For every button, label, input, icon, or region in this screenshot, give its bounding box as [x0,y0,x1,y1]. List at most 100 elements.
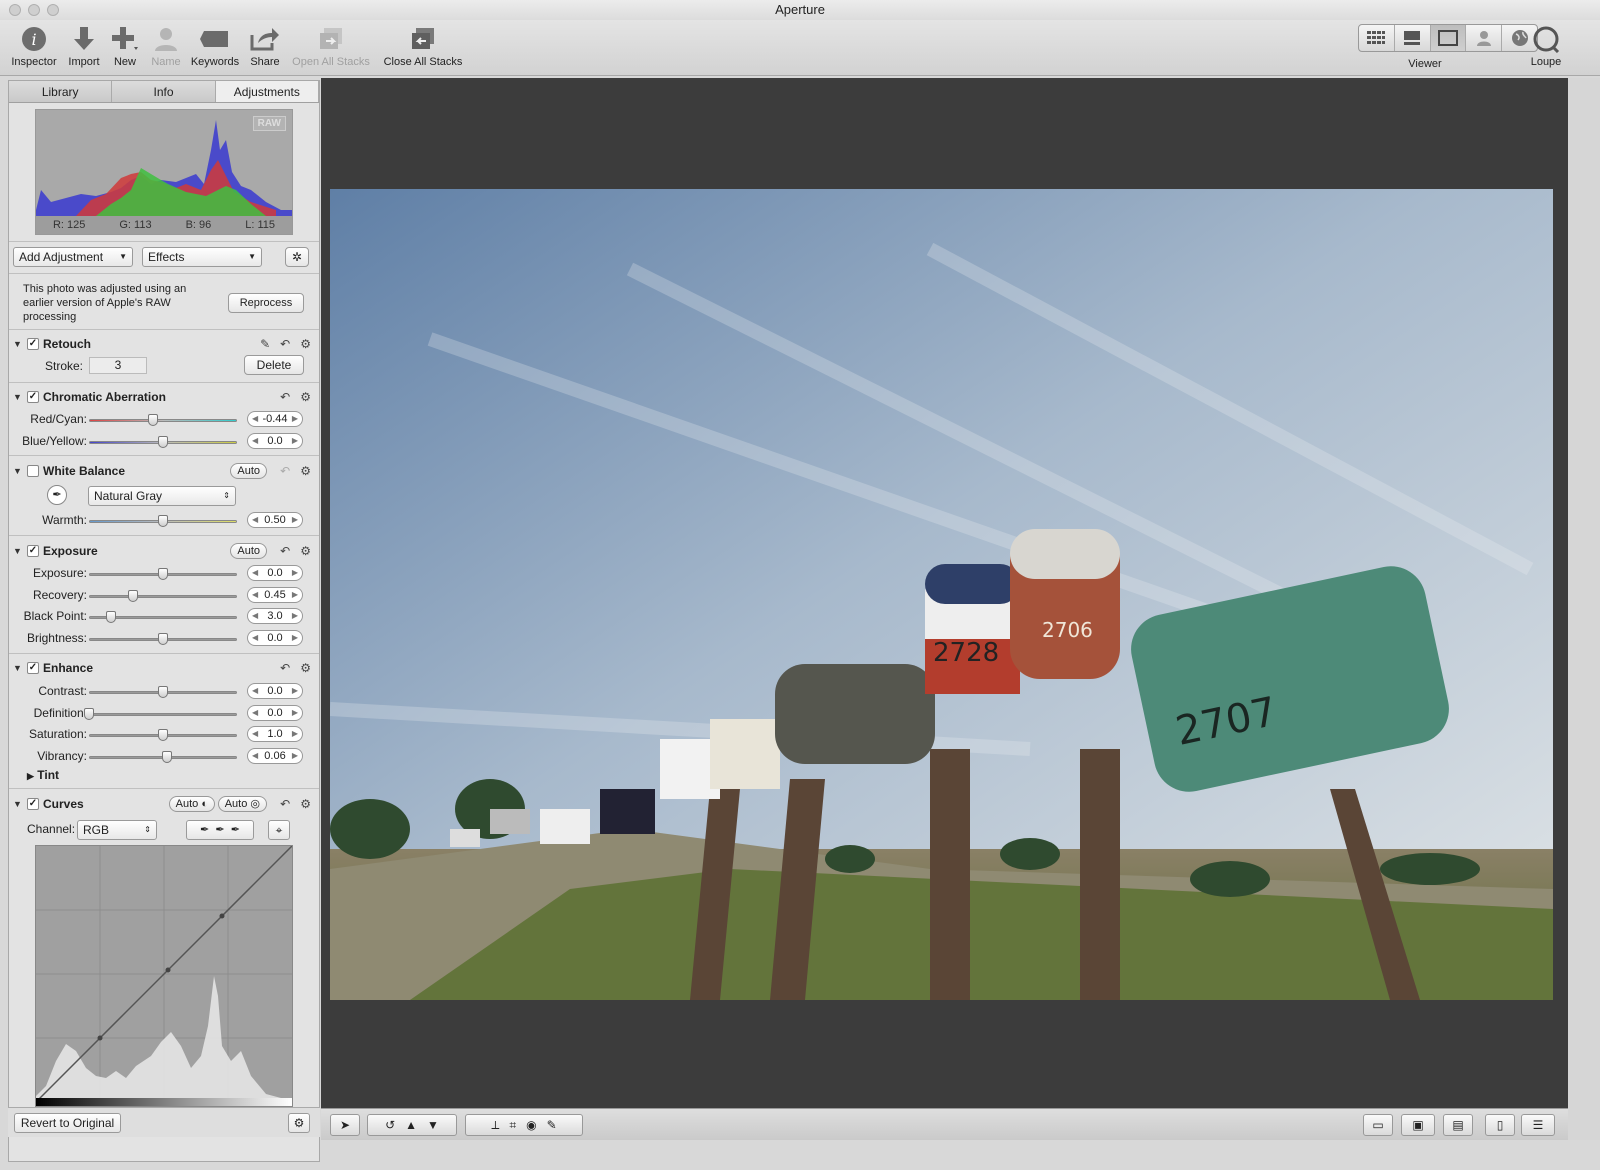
viewer-only-button[interactable] [1430,25,1467,51]
decrement-arrow-icon[interactable]: ◀ [252,727,258,741]
decrement-arrow-icon[interactable]: ◀ [252,412,258,426]
close-window-button[interactable] [9,4,21,16]
tint-disclosure[interactable]: ▶ Tint [27,768,59,782]
reset-icon[interactable]: ↶ [280,337,290,351]
exposure-slider-knob[interactable] [158,633,168,646]
straighten-icon[interactable]: ⟂ [491,1118,499,1133]
disclosure-triangle-icon[interactable]: ▼ [13,387,22,407]
decrement-arrow-icon[interactable]: ◀ [252,588,258,602]
delete-button[interactable]: Delete [244,355,304,375]
enhance-slider-knob[interactable] [162,751,173,764]
keywords-button[interactable]: Keywords [188,22,242,68]
list-view-button[interactable]: ☰ [1521,1114,1555,1136]
channel-popup[interactable]: RGB ⇕ [77,820,157,840]
close-all-stacks-button[interactable]: Close All Stacks [378,22,468,68]
reset-icon[interactable]: ↶ [280,464,290,478]
reset-icon[interactable]: ↶ [280,797,290,811]
decrement-arrow-icon[interactable]: ◀ [252,684,258,698]
quick-fix-button[interactable]: ✲ [285,247,309,267]
curves-graph[interactable] [35,845,293,1107]
gear-icon[interactable]: ⚙ [300,337,311,351]
add-point-crosshair-icon[interactable]: ⌖ [268,820,290,840]
decrement-arrow-icon[interactable]: ◀ [252,706,258,720]
disclosure-triangle-icon[interactable]: ▼ [13,461,22,481]
enhance-checkbox[interactable]: ✓ [27,662,39,674]
tab-library[interactable]: Library [9,81,113,102]
white-balance-auto-button[interactable]: Auto [230,463,267,479]
increment-arrow-icon[interactable]: ▶ [292,749,298,763]
increment-arrow-icon[interactable]: ▶ [292,513,298,527]
increment-arrow-icon[interactable]: ▶ [292,588,298,602]
rotate-icon[interactable]: ↺ [385,1118,395,1132]
add-adjustment-popup[interactable]: Add Adjustment ▼ [13,247,133,267]
enhance-slider-knob[interactable] [158,686,168,698]
enhance-value-field[interactable]: ◀ 0.0 ▶ [247,704,303,721]
enhance-value-field[interactable]: ◀ 0.0 ▶ [247,683,303,699]
eyedropper-icon[interactable]: ✒ [47,485,67,505]
increment-arrow-icon[interactable]: ▶ [292,684,298,698]
enhance-slider-knob[interactable] [84,707,94,720]
increment-arrow-icon[interactable]: ▶ [292,727,298,741]
name-button[interactable]: Name [148,22,184,68]
stamp-icon[interactable]: ▲ [405,1118,417,1132]
exposure-value-field[interactable]: ◀ 0.0 ▶ [247,630,303,647]
white-balance-checkbox[interactable] [27,465,39,477]
gear-icon[interactable]: ⚙ [300,464,311,478]
retouch-checkbox[interactable]: ✓ [27,338,39,350]
grid-view-button[interactable] [1359,25,1395,51]
increment-arrow-icon[interactable]: ▶ [292,434,298,448]
chromatic-value-field[interactable]: ◀ 0.0 ▶ [247,432,303,449]
chromatic-value-field[interactable]: ◀ -0.44 ▶ [247,411,303,427]
redeye-icon[interactable]: ◉ [526,1118,536,1132]
enhance-value-field[interactable]: ◀ 0.06 ▶ [247,748,303,765]
curves-auto-luminance-button[interactable]: Auto ◐ [168,796,215,812]
exposure-slider-knob[interactable] [158,568,168,580]
loupe-button[interactable]: Loupe [1524,22,1568,68]
crop-icon[interactable]: ⌗ [509,1118,516,1133]
effects-popup[interactable]: Effects ▼ [142,247,262,267]
decrement-arrow-icon[interactable]: ◀ [252,513,258,527]
zoom-window-button[interactable] [47,4,59,16]
minimize-window-button[interactable] [28,4,40,16]
increment-arrow-icon[interactable]: ▶ [292,566,298,580]
brush-icon[interactable]: ✎ [547,1118,557,1132]
reset-icon[interactable]: ↶ [280,390,290,404]
exposure-checkbox[interactable]: ✓ [27,545,39,557]
gear-icon[interactable]: ⚙ [300,797,311,811]
warmth-slider-knob[interactable] [158,515,168,527]
lift-icon[interactable]: ▼ [427,1118,439,1132]
enhance-value-field[interactable]: ◀ 1.0 ▶ [247,726,303,743]
metadata-overlay-button[interactable]: ▤ [1443,1114,1473,1136]
revert-to-original-button[interactable]: Revert to Original [14,1113,121,1133]
exposure-slider-knob[interactable] [128,589,139,602]
main-photo[interactable]: 2728 2706 2707 [330,189,1553,1000]
increment-arrow-icon[interactable]: ▶ [292,631,298,645]
enhance-slider[interactable] [89,712,237,716]
stroke-field[interactable]: 3 [89,357,147,374]
faces-view-button[interactable] [1466,25,1503,51]
brush-icon[interactable]: ✎ [260,337,270,351]
enhance-slider-knob[interactable] [158,729,168,742]
exposure-slider-knob[interactable] [106,611,117,624]
chromatic-slider-knob[interactable] [147,414,158,426]
gear-icon[interactable]: ⚙ [300,390,311,404]
black-point-eyedropper-icon[interactable]: ✒ [200,824,209,836]
increment-arrow-icon[interactable]: ▶ [292,412,298,426]
new-button[interactable]: New [108,22,142,68]
split-view-button[interactable] [1395,25,1431,51]
single-view-button[interactable]: ▯ [1485,1114,1515,1136]
white-balance-mode-popup[interactable]: Natural Gray ⇕ [88,486,236,506]
tab-info[interactable]: Info [112,81,216,102]
chromatic-slider-knob[interactable] [158,435,168,448]
open-all-stacks-button[interactable]: Open All Stacks [288,22,374,68]
disclosure-triangle-icon[interactable]: ▼ [13,334,22,354]
chromatic-slider[interactable] [89,419,237,422]
disclosure-triangle-icon[interactable]: ▼ [13,794,22,814]
chromatic-checkbox[interactable]: ✓ [27,391,39,403]
decrement-arrow-icon[interactable]: ◀ [252,566,258,580]
exposure-value-field[interactable]: ◀ 0.0 ▶ [247,565,303,581]
selection-tool-button[interactable]: ➤ [330,1114,360,1136]
filmstrip-toggle-button[interactable]: ▭ [1363,1114,1393,1136]
reset-icon[interactable]: ↶ [280,661,290,675]
exposure-auto-button[interactable]: Auto [230,543,267,559]
